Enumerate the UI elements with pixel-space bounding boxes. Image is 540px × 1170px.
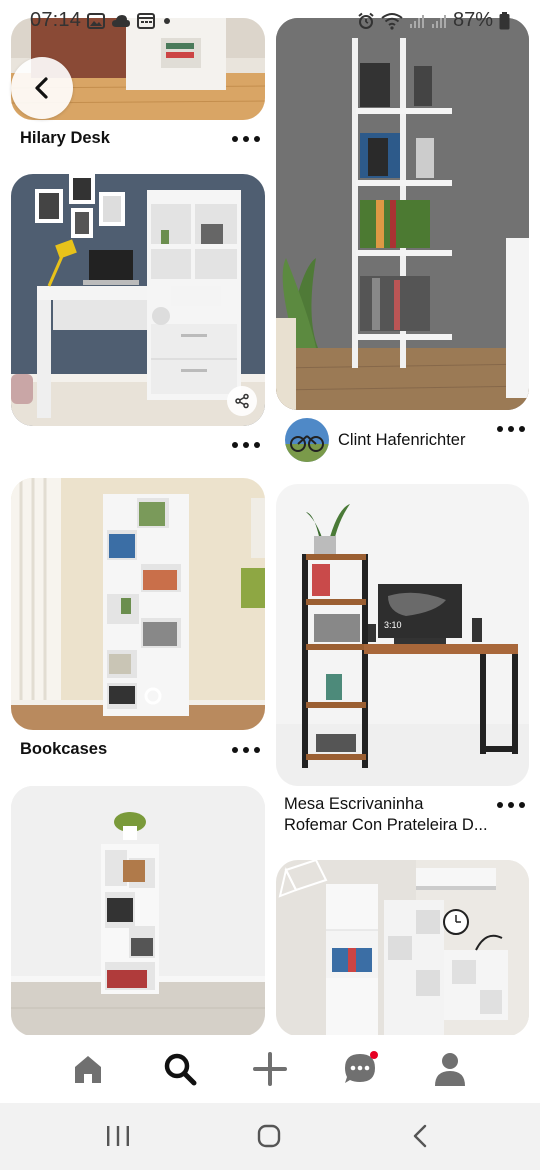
chevron-left-icon bbox=[35, 77, 48, 99]
nav-home[interactable] bbox=[68, 1049, 108, 1089]
dot-icon bbox=[164, 17, 170, 24]
status-time: 07:14 bbox=[30, 9, 82, 31]
more-options-button-bookcases[interactable] bbox=[232, 743, 260, 757]
pin-image-white-bookcase[interactable] bbox=[11, 786, 265, 1035]
nav-create[interactable] bbox=[250, 1049, 290, 1089]
more-options-button-tall-shelf[interactable] bbox=[497, 422, 525, 436]
pin-title-bookcases[interactable]: Bookcases bbox=[20, 740, 107, 759]
search-icon bbox=[164, 1053, 197, 1086]
more-options-button-white-desk[interactable] bbox=[232, 438, 260, 452]
bottom-navigation bbox=[0, 1035, 540, 1103]
monitor-clock-text: 3:10 bbox=[384, 620, 402, 630]
system-home-button[interactable] bbox=[249, 1121, 289, 1151]
add-icon bbox=[253, 1052, 287, 1086]
more-options-button-hilary-desk[interactable] bbox=[232, 132, 260, 146]
home-button-icon bbox=[257, 1124, 281, 1148]
pin-feed: Hilary Desk Bookcases Clint Hafenrichter… bbox=[0, 0, 540, 1035]
battery-icon bbox=[499, 11, 510, 29]
battery-percentage: 87% bbox=[452, 9, 493, 31]
profile-icon bbox=[435, 1053, 465, 1086]
pin-image-mesa-escrivaninha[interactable]: 3:10 bbox=[276, 484, 529, 786]
pin-image-white-desk[interactable] bbox=[11, 174, 265, 426]
system-back-button[interactable] bbox=[400, 1121, 440, 1151]
more-options-button-mesa[interactable] bbox=[497, 798, 525, 812]
signal-icon-2 bbox=[431, 14, 446, 28]
back-button[interactable] bbox=[11, 57, 73, 119]
status-right-icons: 87% bbox=[357, 9, 510, 32]
author-name[interactable]: Clint Hafenrichter bbox=[338, 431, 465, 450]
pin-title-mesa-line2[interactable]: Rofemar Con Prateleira D... bbox=[284, 816, 488, 835]
pin-image-tall-shelf[interactable] bbox=[276, 18, 529, 410]
gallery-icon bbox=[87, 12, 105, 29]
nav-search[interactable] bbox=[160, 1049, 200, 1089]
recents-button[interactable] bbox=[98, 1121, 138, 1151]
back-icon bbox=[413, 1124, 427, 1148]
pin-title-hilary-desk[interactable]: Hilary Desk bbox=[20, 129, 110, 148]
signal-icon bbox=[409, 14, 424, 28]
nav-messages[interactable] bbox=[340, 1049, 380, 1089]
cloud-icon bbox=[112, 14, 130, 27]
author-avatar[interactable] bbox=[285, 418, 329, 462]
alarm-icon bbox=[358, 12, 374, 29]
wifi-icon bbox=[381, 12, 403, 30]
nav-profile[interactable] bbox=[430, 1049, 470, 1089]
recents-icon bbox=[107, 1126, 129, 1146]
notification-dot bbox=[370, 1051, 378, 1059]
share-icon bbox=[235, 393, 249, 409]
system-navigation-bar bbox=[0, 1103, 540, 1170]
pin-title-mesa-line1[interactable]: Mesa Escrivaninha bbox=[284, 795, 423, 814]
home-icon bbox=[75, 1056, 101, 1083]
calendar-icon bbox=[137, 13, 155, 29]
pin-image-bookcases[interactable] bbox=[11, 478, 265, 730]
status-left-icons bbox=[87, 12, 173, 29]
status-bar: 07:14 87% bbox=[0, 0, 540, 42]
pin-image-study-room[interactable] bbox=[276, 860, 529, 1035]
share-button[interactable] bbox=[227, 386, 257, 416]
